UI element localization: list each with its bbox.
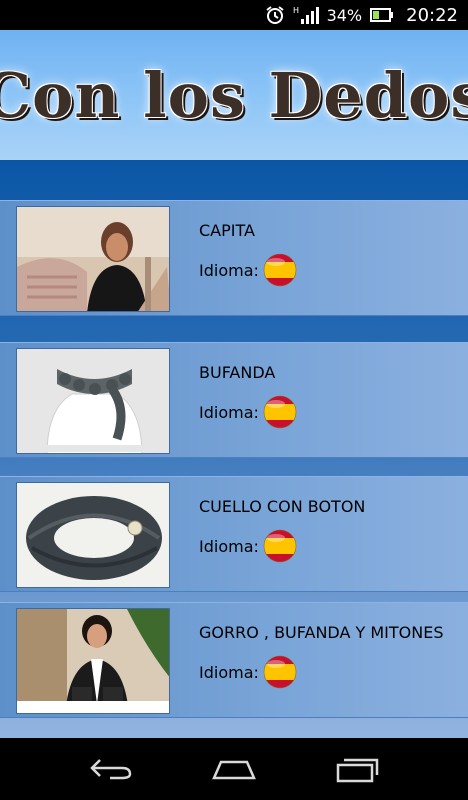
- status-bar: H 34% 20:22: [0, 0, 468, 30]
- list-item[interactable]: CUELLO CON BOTON Idioma:: [0, 476, 468, 592]
- video-thumbnail: [16, 608, 170, 714]
- spain-flag-icon: [263, 655, 297, 689]
- back-button[interactable]: [81, 749, 141, 789]
- item-title: CAPITA: [199, 221, 255, 240]
- back-icon: [90, 759, 132, 780]
- video-thumbnail: [16, 348, 170, 454]
- battery-icon: [370, 8, 394, 22]
- language-indicator: Idioma:: [199, 395, 297, 429]
- home-icon: [212, 760, 256, 780]
- language-label: Idioma:: [199, 662, 259, 682]
- clock: 20:22: [406, 4, 458, 26]
- language-indicator: Idioma:: [199, 253, 297, 287]
- recents-button[interactable]: [327, 749, 387, 789]
- app-header: Con los Dedos: [0, 30, 468, 160]
- item-title: CUELLO CON BOTON: [199, 497, 366, 516]
- language-indicator: Idioma:: [199, 655, 297, 689]
- spain-flag-icon: [263, 253, 297, 287]
- signal-icon: H: [293, 6, 319, 24]
- app-title: Con los Dedos: [0, 58, 468, 132]
- list-item[interactable]: GORRO , BUFANDA Y MITONES Idioma:: [0, 602, 468, 718]
- spain-flag-icon: [263, 395, 297, 429]
- language-label: Idioma:: [199, 402, 259, 422]
- language-label: Idioma:: [199, 536, 259, 556]
- video-list: CAPITA Idioma: BUFANDA Idioma: CUELLO CO…: [0, 160, 468, 738]
- list-item[interactable]: CAPITA Idioma:: [0, 200, 468, 316]
- home-button[interactable]: [204, 749, 264, 789]
- battery-percent: 34%: [326, 5, 363, 25]
- spain-flag-icon: [263, 529, 297, 563]
- list-item[interactable]: BUFANDA Idioma:: [0, 342, 468, 458]
- item-title: BUFANDA: [199, 363, 276, 382]
- system-nav-bar: [0, 738, 468, 800]
- language-indicator: Idioma:: [199, 529, 297, 563]
- item-title: GORRO , BUFANDA Y MITONES: [199, 623, 444, 642]
- video-thumbnail: [16, 482, 170, 588]
- language-label: Idioma:: [199, 260, 259, 280]
- recents-icon: [336, 758, 378, 783]
- video-thumbnail: [16, 206, 170, 312]
- alarm-icon: [265, 6, 284, 24]
- network-type-label: H: [293, 6, 299, 15]
